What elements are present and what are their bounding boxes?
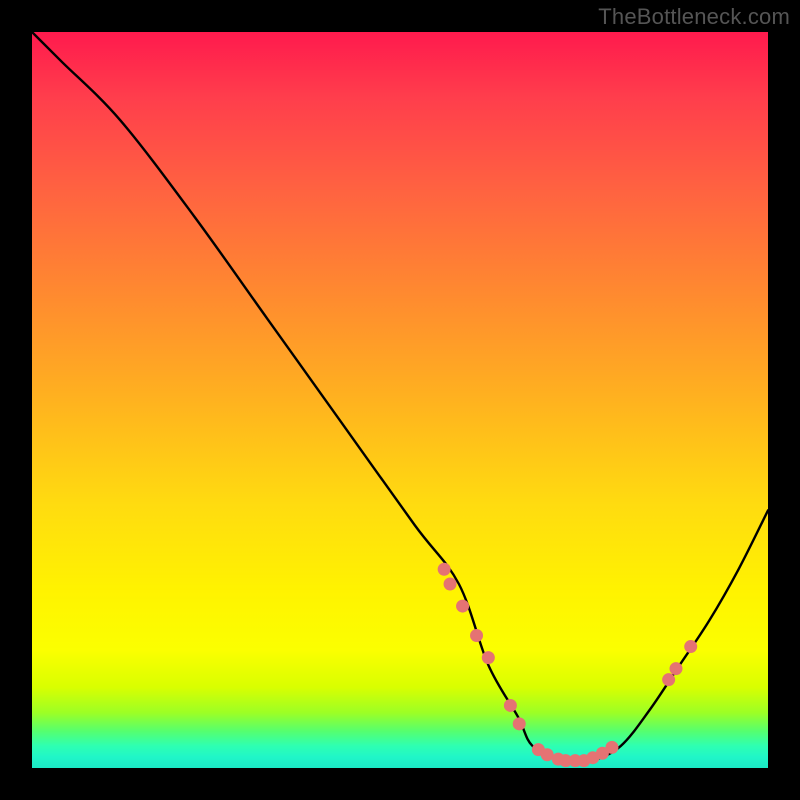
data-marker — [470, 629, 483, 642]
data-marker — [456, 600, 469, 613]
data-marker — [684, 640, 697, 653]
plot-area — [32, 32, 768, 768]
curve-layer — [32, 32, 768, 768]
watermark-text: TheBottleneck.com — [598, 4, 790, 30]
data-marker — [438, 563, 451, 576]
bottleneck-curve — [32, 32, 768, 762]
data-marker — [605, 741, 618, 754]
data-marker — [670, 662, 683, 675]
marker-group — [438, 563, 698, 767]
data-marker — [444, 578, 457, 591]
data-marker — [513, 717, 526, 730]
data-marker — [662, 673, 675, 686]
data-marker — [482, 651, 495, 664]
chart-frame: TheBottleneck.com — [0, 0, 800, 800]
data-marker — [504, 699, 517, 712]
